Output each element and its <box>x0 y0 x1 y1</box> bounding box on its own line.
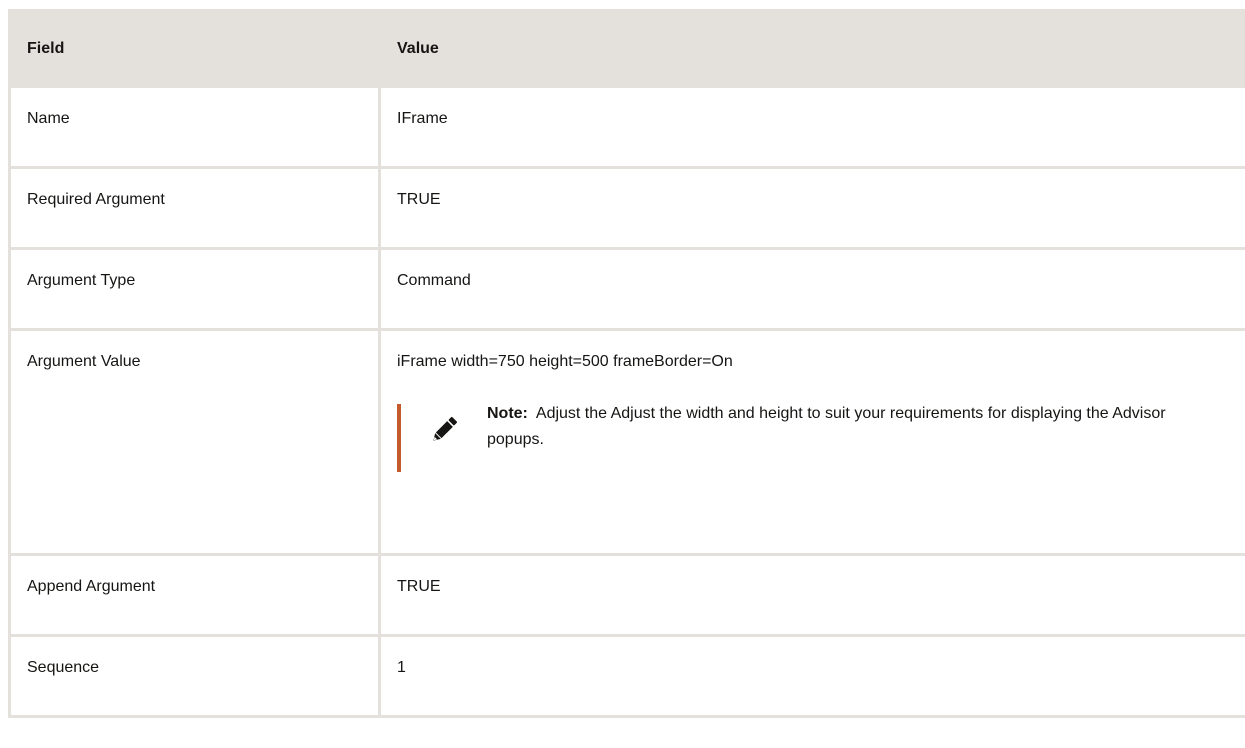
note-accent-bar <box>397 404 401 472</box>
value-cell: IFrame <box>378 85 1245 169</box>
value-cell: TRUE <box>378 553 1245 637</box>
note-text: Note: Adjust the Adjust the width and hei… <box>487 401 1207 453</box>
value-cell: 1 <box>378 634 1245 718</box>
table-row: Argument Type Command <box>8 247 1245 331</box>
table-row: Required Argument TRUE <box>8 166 1245 250</box>
note-callout: Note: Adjust the Adjust the width and hei… <box>397 401 1245 472</box>
table-row: Append Argument TRUE <box>8 553 1245 637</box>
value-cell: Command <box>378 247 1245 331</box>
value-cell: iFrame width=750 height=500 frameBorder=… <box>378 328 1245 556</box>
column-header-field: Field <box>8 9 381 88</box>
note-label: Note: <box>487 405 528 422</box>
column-header-value: Value <box>378 9 1245 88</box>
properties-table: Field Value Name IFrame Required Argumen… <box>8 9 1245 718</box>
argument-value-text: iFrame width=750 height=500 frameBorder=… <box>397 353 733 370</box>
field-cell: Name <box>8 85 381 169</box>
field-cell: Argument Value <box>8 328 381 556</box>
field-cell: Sequence <box>8 634 381 718</box>
properties-table-container: Field Value Name IFrame Required Argumen… <box>8 9 1245 748</box>
table-row: Argument Value iFrame width=750 height=5… <box>8 328 1245 556</box>
table-row: Sequence 1 <box>8 634 1245 718</box>
field-cell: Append Argument <box>8 553 381 637</box>
field-cell: Argument Type <box>8 247 381 331</box>
table-row: Name IFrame <box>8 85 1245 169</box>
table-header-row: Field Value <box>8 9 1245 88</box>
field-cell: Required Argument <box>8 166 381 250</box>
pencil-icon <box>427 413 461 447</box>
note-body: Adjust the Adjust the width and height t… <box>487 405 1166 448</box>
value-cell: TRUE <box>378 166 1245 250</box>
